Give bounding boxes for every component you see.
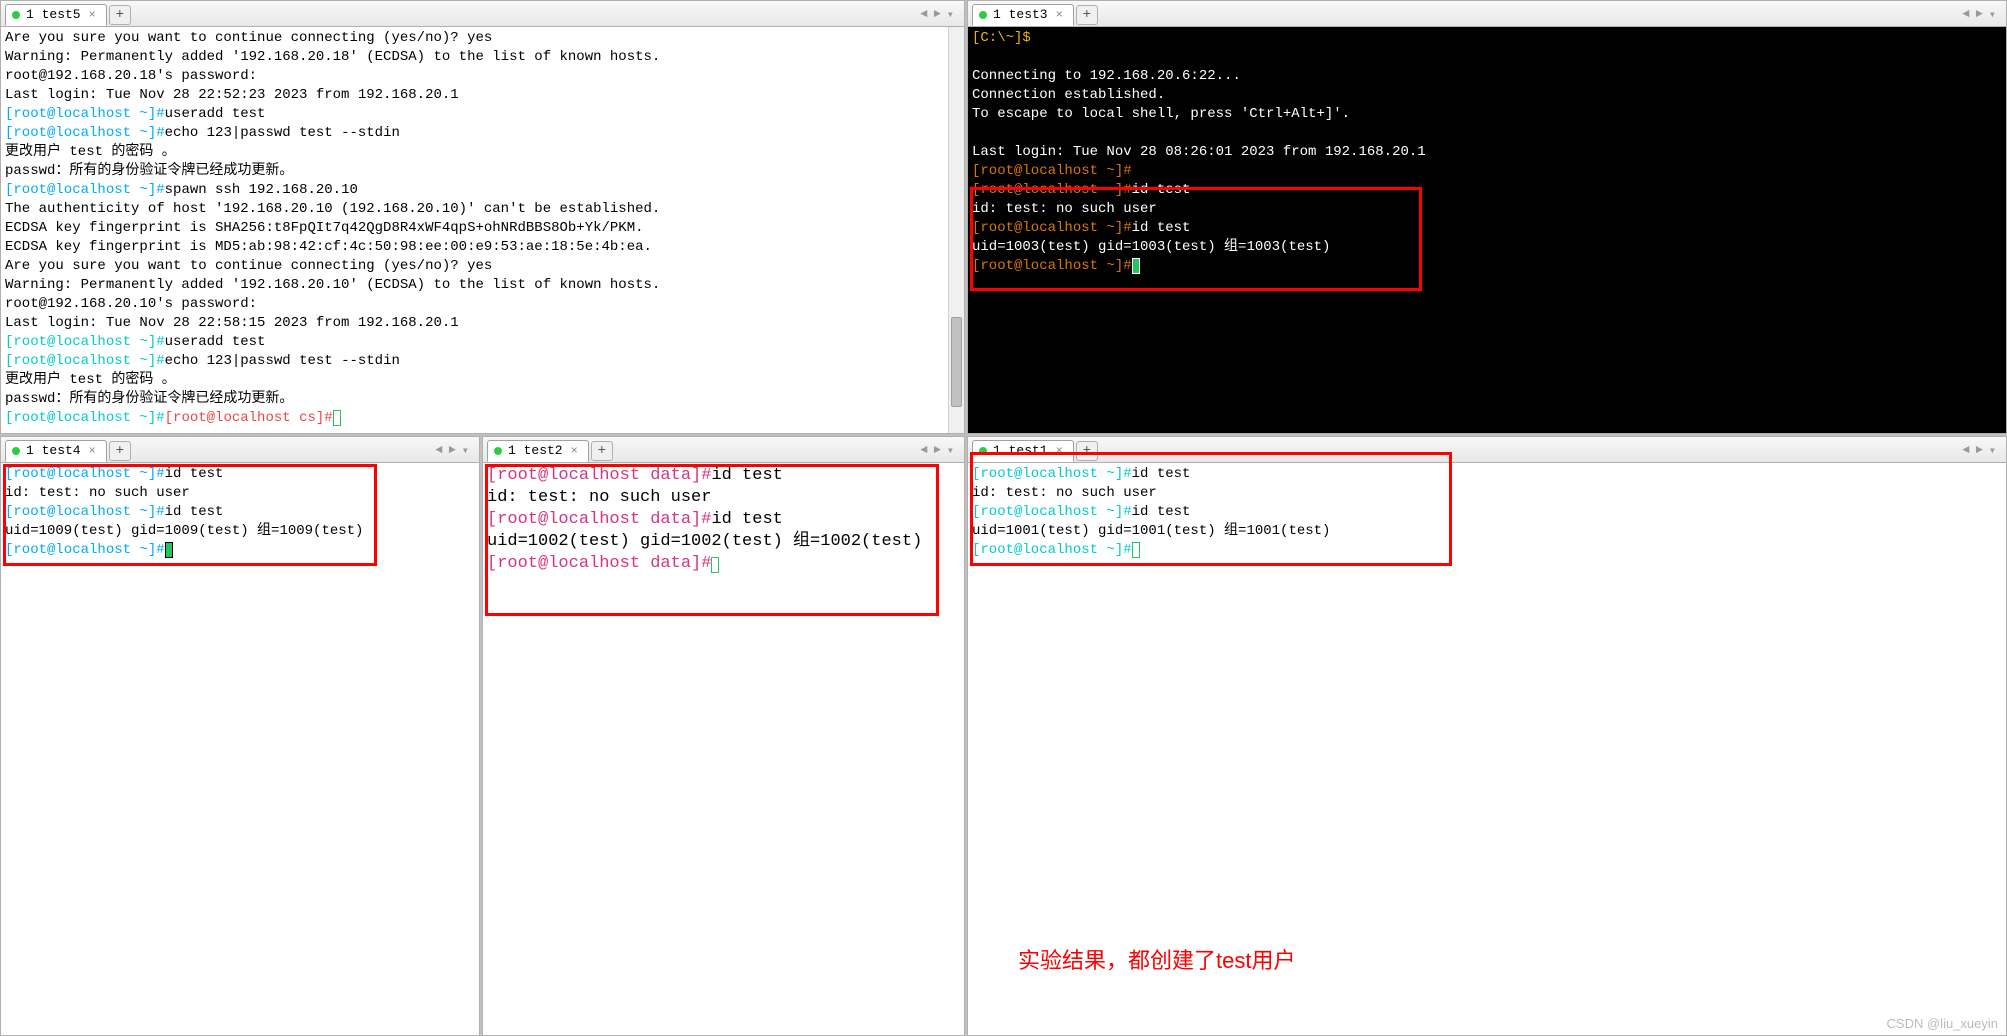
tab-label: 1 test5 [26, 7, 81, 22]
tab-label: 1 test3 [993, 7, 1048, 22]
pane-test4: 1 test4 × + ◄ ► ▾ [root@localhost ~]#id … [0, 436, 480, 1036]
plus-icon: + [598, 443, 606, 459]
close-icon[interactable]: × [1054, 444, 1065, 458]
plus-icon: + [116, 443, 124, 459]
tab-menu-icon[interactable]: ▾ [945, 7, 956, 22]
tab-bar: 1 test4 × + ◄ ► ▾ [1, 437, 479, 463]
tab-test3[interactable]: 1 test3 × [972, 4, 1074, 26]
pane-test3: 1 test3 × + ◄ ► ▾ [C:\~]$ Connecting to … [967, 0, 2007, 434]
tab-bar: 1 test3 × + ◄ ► ▾ [968, 1, 2006, 27]
tab-next-icon[interactable]: ► [1974, 7, 1985, 22]
tab-test4[interactable]: 1 test4 × [5, 440, 107, 462]
tab-nav-arrows: ◄ ► ▾ [918, 443, 960, 458]
new-tab-button[interactable]: + [1076, 5, 1098, 25]
status-dot-icon [12, 11, 20, 19]
pane-test5: 1 test5 × + ◄ ► ▾ Are you sure you want … [0, 0, 965, 434]
annotation-text: 实验结果，都创建了test用户 [1018, 943, 1295, 975]
status-dot-icon [979, 11, 987, 19]
tab-bar: 1 test2 × + ◄ ► ▾ [483, 437, 964, 463]
tab-prev-icon[interactable]: ◄ [918, 7, 929, 22]
status-dot-icon [979, 447, 987, 455]
new-tab-button[interactable]: + [591, 441, 613, 461]
pane-test2: 1 test2 × + ◄ ► ▾ [root@localhost data]#… [482, 436, 965, 1036]
tab-menu-icon[interactable]: ▾ [460, 443, 471, 458]
tab-test5[interactable]: 1 test5 × [5, 4, 107, 26]
new-tab-button[interactable]: + [1076, 441, 1098, 461]
tab-menu-icon[interactable]: ▾ [945, 443, 956, 458]
tab-prev-icon[interactable]: ◄ [1960, 7, 1971, 22]
tab-test2[interactable]: 1 test2 × [487, 440, 589, 462]
tab-next-icon[interactable]: ► [447, 443, 458, 458]
new-tab-button[interactable]: + [109, 441, 131, 461]
tab-bar: 1 test5 × + ◄ ► ▾ [1, 1, 964, 27]
tab-next-icon[interactable]: ► [1974, 443, 1985, 458]
plus-icon: + [1083, 443, 1091, 459]
tab-bar: 1 test1 × + ◄ ► ▾ [968, 437, 2006, 463]
terminal-output[interactable]: Are you sure you want to continue connec… [1, 27, 964, 433]
watermark: CSDN @liu_xueyin [1887, 1016, 1998, 1031]
tab-prev-icon[interactable]: ◄ [433, 443, 444, 458]
tab-nav-arrows: ◄ ► ▾ [1960, 7, 2002, 22]
tab-label: 1 test1 [993, 443, 1048, 458]
scrollbar[interactable] [948, 27, 964, 433]
tab-test1[interactable]: 1 test1 × [972, 440, 1074, 462]
status-dot-icon [494, 447, 502, 455]
terminal-output[interactable]: [C:\~]$ Connecting to 192.168.20.6:22...… [968, 27, 2006, 433]
close-icon[interactable]: × [87, 8, 98, 22]
pane-test1: 1 test1 × + ◄ ► ▾ [root@localhost ~]#id … [967, 436, 2007, 1036]
close-icon[interactable]: × [1054, 8, 1065, 22]
close-icon[interactable]: × [569, 444, 580, 458]
plus-icon: + [116, 7, 124, 23]
tab-next-icon[interactable]: ► [932, 443, 943, 458]
tab-label: 1 test2 [508, 443, 563, 458]
scrollbar-thumb[interactable] [951, 317, 962, 407]
plus-icon: + [1083, 7, 1091, 23]
tab-nav-arrows: ◄ ► ▾ [433, 443, 475, 458]
new-tab-button[interactable]: + [109, 5, 131, 25]
tab-nav-arrows: ◄ ► ▾ [1960, 443, 2002, 458]
tab-menu-icon[interactable]: ▾ [1987, 443, 1998, 458]
tab-nav-arrows: ◄ ► ▾ [918, 7, 960, 22]
tab-label: 1 test4 [26, 443, 81, 458]
status-dot-icon [12, 447, 20, 455]
tab-prev-icon[interactable]: ◄ [918, 443, 929, 458]
tab-menu-icon[interactable]: ▾ [1987, 7, 1998, 22]
terminal-output[interactable]: [root@localhost data]#id testid: test: n… [483, 463, 964, 1035]
close-icon[interactable]: × [87, 444, 98, 458]
tab-prev-icon[interactable]: ◄ [1960, 443, 1971, 458]
terminal-output[interactable]: [root@localhost ~]#id testid: test: no s… [1, 463, 479, 1035]
tab-next-icon[interactable]: ► [932, 7, 943, 22]
